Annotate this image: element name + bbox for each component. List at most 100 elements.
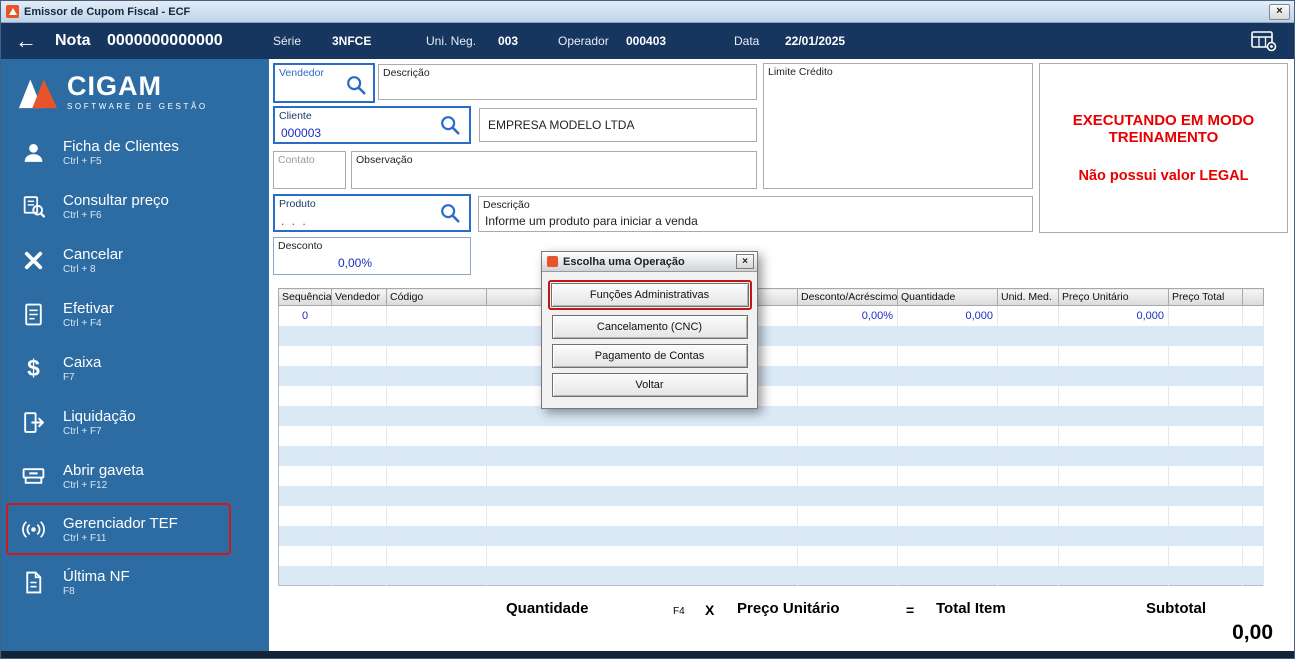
vendedor-label: Vendedor xyxy=(279,67,324,79)
cliente-nome-field: EMPRESA MODELO LTDA xyxy=(479,108,757,142)
table-row[interactable] xyxy=(278,385,1264,406)
serie-value: 3NFCE xyxy=(332,34,372,48)
liquidation-exit-icon xyxy=(24,411,44,433)
pagamento-de-contas-button[interactable]: Pagamento de Contas xyxy=(551,344,748,368)
table-row[interactable] xyxy=(278,425,1264,446)
table-row[interactable] xyxy=(278,405,1264,426)
funcoes-administrativas-button[interactable]: Funções Administrativas xyxy=(550,283,749,307)
footer-times-sign: X xyxy=(705,602,715,618)
cliente-nome-value: EMPRESA MODELO LTDA xyxy=(488,118,635,132)
table-row[interactable] xyxy=(278,465,1264,486)
footer-preco-unitario-label: Preço Unitário xyxy=(737,600,840,617)
sidebar-item-abrir-gaveta[interactable]: Abrir gaveta Ctrl + F12 xyxy=(1,449,269,503)
table-row[interactable]: 0 0,00% 0,000 0,000 xyxy=(278,305,1264,326)
window-title: Emissor de Cupom Fiscal - ECF xyxy=(24,5,191,18)
sidebar-item-consultar-preco[interactable]: Consultar preço Ctrl + F6 xyxy=(1,179,269,233)
unineg-label: Uni. Neg. xyxy=(426,34,477,48)
training-mode-notice: EXECUTANDO EM MODO TREINAMENTO Não possu… xyxy=(1039,63,1288,233)
svg-text:$: $ xyxy=(27,356,40,381)
unineg-value: 003 xyxy=(498,34,519,48)
table-row[interactable] xyxy=(278,445,1264,466)
table-row[interactable] xyxy=(278,365,1264,386)
footer-subtotal-value: 0,00 xyxy=(1232,621,1273,644)
table-row[interactable] xyxy=(278,485,1264,506)
observacao-label: Observação xyxy=(356,154,413,166)
voltar-button[interactable]: Voltar xyxy=(551,373,748,397)
contato-label: Contato xyxy=(278,154,315,166)
cancelamento-cnc-button[interactable]: Cancelamento (CNC) xyxy=(551,315,748,339)
desconto-value: 0,00% xyxy=(337,256,373,270)
titlebar: Emissor de Cupom Fiscal - ECF × xyxy=(1,1,1294,23)
produto-search-icon[interactable] xyxy=(439,202,461,224)
produto-descricao-value: Informe um produto para iniciar a venda xyxy=(485,214,698,228)
cancel-icon xyxy=(24,251,43,269)
operation-dialog: Escolha uma Operação × Funções Administr… xyxy=(541,251,758,409)
bottom-strip xyxy=(1,651,1294,658)
operador-label: Operador xyxy=(558,34,609,48)
limite-credito-box: Limite Crédito xyxy=(763,63,1033,189)
nota-label: Nota xyxy=(55,32,91,49)
price-search-icon xyxy=(23,195,46,218)
dialog-titlebar: Escolha uma Operação × xyxy=(542,252,757,272)
sidebar-item-liquidacao[interactable]: Liquidação Ctrl + F7 xyxy=(1,395,269,449)
footer-quantidade-label: Quantidade xyxy=(506,600,589,617)
table-row[interactable] xyxy=(278,505,1264,526)
vendedor-descricao-field: Descrição xyxy=(378,64,757,100)
sidebar-item-ultima-nf[interactable]: Última NF F8 xyxy=(1,555,269,609)
produto-field[interactable]: Produto . . . xyxy=(273,194,471,232)
table-row[interactable] xyxy=(278,325,1264,346)
back-button[interactable]: ← xyxy=(15,28,37,54)
serie-label: Série xyxy=(273,34,302,48)
table-row[interactable] xyxy=(278,525,1264,546)
vendedor-search-icon[interactable] xyxy=(345,74,367,96)
cigam-logo-icon xyxy=(18,79,58,109)
window-close-button[interactable]: × xyxy=(1269,3,1290,20)
brand: CIGAM SOFTWARE DE GESTÃO xyxy=(1,59,269,117)
report-settings-icon[interactable] xyxy=(1250,30,1278,52)
dialog-app-icon xyxy=(547,256,558,267)
sidebar-item-gerenciador-tef[interactable]: Gerenciador TEF Ctrl + F11 xyxy=(6,503,231,555)
dialog-body: Funções Administrativas Cancelamento (CN… xyxy=(542,272,757,397)
footer-equals-sign: = xyxy=(906,602,915,618)
sidebar-item-cancelar[interactable]: Cancelar Ctrl + 8 xyxy=(1,233,269,287)
table-header-row: Sequência Vendedor Código Desconto/Acrés… xyxy=(278,288,1264,306)
dialog-title: Escolha uma Operação xyxy=(563,255,685,268)
sidebar-item-efetivar[interactable]: Efetivar Ctrl + F4 xyxy=(1,287,269,341)
drawer-icon xyxy=(22,467,45,484)
data-value: 22/01/2025 xyxy=(785,34,846,48)
footer-total-item-label: Total Item xyxy=(936,600,1006,617)
table-row[interactable] xyxy=(278,345,1264,366)
vendedor-field[interactable]: Vendedor xyxy=(273,63,375,103)
app-window: Emissor de Cupom Fiscal - ECF × ← Nota 0… xyxy=(0,0,1295,659)
cash-icon: $ xyxy=(27,356,40,381)
training-line2: Não possui valor LEGAL xyxy=(1078,168,1249,184)
desconto-field[interactable]: Desconto 0,00% xyxy=(273,237,471,275)
last-invoice-icon xyxy=(26,571,42,593)
table-row[interactable] xyxy=(278,545,1264,566)
observacao-field[interactable]: Observação xyxy=(351,151,757,189)
brand-tagline: SOFTWARE DE GESTÃO xyxy=(67,102,208,111)
nota-value: 0000000000000 xyxy=(107,32,223,49)
vendedor-descricao-label: Descrição xyxy=(383,67,430,79)
items-table-body: 0 0,00% 0,000 0,000 xyxy=(278,305,1264,586)
produto-descricao-field: Descrição Informe um produto para inicia… xyxy=(478,196,1033,232)
produto-descricao-label: Descrição xyxy=(483,199,530,211)
sidebar-item-caixa[interactable]: $ Caixa F7 xyxy=(1,341,269,395)
produto-label: Produto xyxy=(279,198,316,210)
highlighted-button-frame: Funções Administrativas xyxy=(547,280,752,310)
footer-subtotal-label: Subtotal xyxy=(1146,600,1206,617)
limite-credito-label: Limite Crédito xyxy=(768,66,833,78)
sidebar-menu: Ficha de Clientes Ctrl + F5 Consultar pr… xyxy=(1,125,269,609)
dialog-close-button[interactable]: × xyxy=(736,254,754,269)
sidebar: CIGAM SOFTWARE DE GESTÃO Ficha de Client… xyxy=(1,59,269,651)
data-label: Data xyxy=(734,34,760,48)
cliente-value: 000003 xyxy=(281,126,322,140)
brand-name: CIGAM xyxy=(67,71,162,101)
footer-f4-shortcut: F4 xyxy=(673,606,685,617)
cliente-search-icon[interactable] xyxy=(439,114,461,136)
contato-field[interactable]: Contato xyxy=(273,151,346,189)
sidebar-item-ficha-de-clientes[interactable]: Ficha de Clientes Ctrl + F5 xyxy=(1,125,269,179)
table-row[interactable] xyxy=(278,565,1264,586)
app-icon xyxy=(6,5,19,18)
cliente-field[interactable]: Cliente 000003 xyxy=(273,106,471,144)
